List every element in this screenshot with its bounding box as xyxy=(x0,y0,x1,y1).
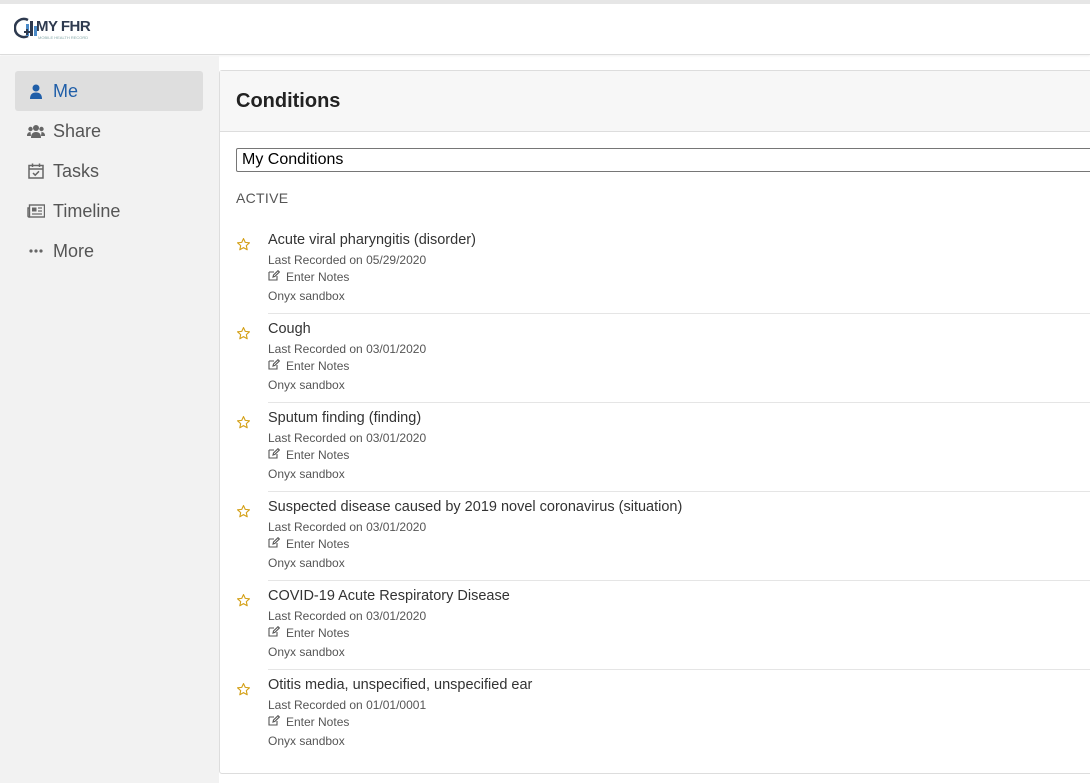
list-item: Suspected disease caused by 2019 novel c… xyxy=(237,492,1090,581)
edit-icon xyxy=(268,714,286,729)
conditions-list: Acute viral pharyngitis (disorder) Last R… xyxy=(236,225,1090,759)
star-icon[interactable] xyxy=(236,682,251,697)
sidebar-item-share[interactable]: Share xyxy=(15,111,203,151)
star-icon[interactable] xyxy=(236,504,251,519)
enter-notes-link[interactable]: Enter Notes xyxy=(268,536,350,551)
conditions-filter-select[interactable]: My Conditions xyxy=(236,148,1090,172)
star-icon[interactable] xyxy=(236,593,251,608)
users-icon xyxy=(27,122,45,140)
sidebar-item-label: Me xyxy=(53,80,79,101)
list-item: COVID-19 Acute Respiratory Disease Last R… xyxy=(237,581,1090,670)
condition-recorded-date: Last Recorded on 03/01/2020 xyxy=(268,609,427,623)
condition-source: Onyx sandbox xyxy=(268,556,345,570)
enter-notes-link[interactable]: Enter Notes xyxy=(268,714,350,729)
condition-recorded-date: Last Recorded on 05/29/2020 xyxy=(268,253,427,267)
condition-source: Onyx sandbox xyxy=(268,467,345,481)
sidebar-item-label: Tasks xyxy=(53,160,100,181)
condition-recorded-date: Last Recorded on 03/01/2020 xyxy=(268,342,427,356)
newspaper-icon xyxy=(27,202,45,220)
user-icon xyxy=(27,82,45,100)
sidebar-item-more[interactable]: More xyxy=(15,231,203,271)
calendar-check-icon xyxy=(27,162,45,180)
app-header: MY FHR MOBILE HEALTH RECORD xyxy=(0,4,1090,55)
condition-recorded-date: Last Recorded on 03/01/2020 xyxy=(268,520,427,534)
condition-name: Otitis media, unspecified, unspecified e… xyxy=(268,677,533,693)
list-item: Cough Last Recorded on 03/01/2020 Enter No… xyxy=(237,314,1090,403)
sidebar-item-label: Timeline xyxy=(53,200,121,221)
edit-icon xyxy=(268,269,286,284)
enter-notes-label: Enter Notes xyxy=(286,715,350,729)
enter-notes-label: Enter Notes xyxy=(286,359,350,373)
section-label-active: ACTIVE xyxy=(236,190,289,206)
myfhr-logo[interactable]: MY FHR MOBILE HEALTH RECORD xyxy=(14,14,94,44)
sidebar-item-label: Share xyxy=(53,120,102,141)
sidebar-item-timeline[interactable]: Timeline xyxy=(15,191,203,231)
sidebar-item-me[interactable]: Me xyxy=(15,71,203,111)
list-item: Otitis media, unspecified, unspecified e… xyxy=(237,670,1090,759)
star-icon[interactable] xyxy=(236,237,251,252)
condition-source: Onyx sandbox xyxy=(268,734,345,748)
panel-header: Conditions xyxy=(220,71,1090,132)
enter-notes-label: Enter Notes xyxy=(286,270,350,284)
logo-text: MY FHR xyxy=(36,18,91,35)
sidebar: Me Share Tasks Timeline More xyxy=(0,56,219,783)
list-item: Sputum finding (finding) Last Recorded on… xyxy=(237,403,1090,492)
enter-notes-link[interactable]: Enter Notes xyxy=(268,269,350,284)
enter-notes-link[interactable]: Enter Notes xyxy=(268,625,350,640)
sidebar-item-label: More xyxy=(53,240,95,261)
condition-recorded-date: Last Recorded on 01/01/0001 xyxy=(268,698,427,712)
star-icon[interactable] xyxy=(236,415,251,430)
condition-name: Sputum finding (finding) xyxy=(268,410,422,426)
edit-icon xyxy=(268,447,286,462)
sidebar-item-tasks[interactable]: Tasks xyxy=(15,151,203,191)
edit-icon xyxy=(268,625,286,640)
list-item: Acute viral pharyngitis (disorder) Last R… xyxy=(237,225,1090,314)
condition-name: Acute viral pharyngitis (disorder) xyxy=(268,232,476,248)
enter-notes-label: Enter Notes xyxy=(286,537,350,551)
condition-source: Onyx sandbox xyxy=(268,645,345,659)
star-icon[interactable] xyxy=(236,326,251,341)
condition-name: Cough xyxy=(268,321,311,337)
page-title: Conditions xyxy=(236,89,341,112)
enter-notes-link[interactable]: Enter Notes xyxy=(268,447,350,462)
edit-icon xyxy=(268,536,286,551)
logo-subtext: MOBILE HEALTH RECORD xyxy=(38,35,89,40)
condition-name: Suspected disease caused by 2019 novel c… xyxy=(268,499,683,515)
conditions-panel: Conditions My Conditions ACTIVE Acute vi… xyxy=(219,70,1090,774)
condition-source: Onyx sandbox xyxy=(268,378,345,392)
condition-source: Onyx sandbox xyxy=(268,289,345,303)
enter-notes-label: Enter Notes xyxy=(286,448,350,462)
edit-icon xyxy=(268,358,286,373)
enter-notes-link[interactable]: Enter Notes xyxy=(268,358,350,373)
condition-recorded-date: Last Recorded on 03/01/2020 xyxy=(268,431,427,445)
condition-name: COVID-19 Acute Respiratory Disease xyxy=(268,588,510,604)
ellipsis-icon xyxy=(27,242,45,260)
enter-notes-label: Enter Notes xyxy=(286,626,350,640)
